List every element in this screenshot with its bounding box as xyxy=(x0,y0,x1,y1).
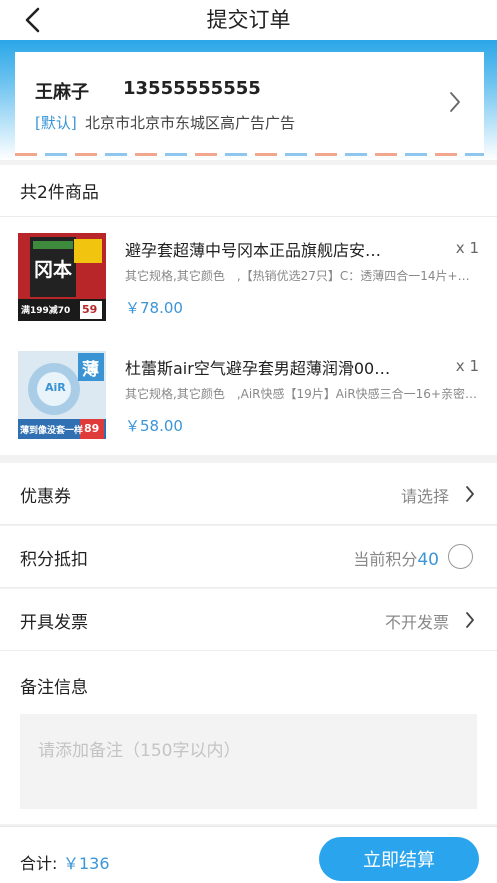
chevron-right-icon xyxy=(466,486,474,502)
envelope-stripe xyxy=(15,153,484,156)
product-quantity: x 1 xyxy=(455,357,479,375)
remark-input[interactable] xyxy=(20,714,477,809)
product-name: 杜蕾斯air空气避孕套男超薄润滑00… xyxy=(125,359,391,378)
chevron-right-icon xyxy=(450,92,460,112)
points-toggle[interactable] xyxy=(448,544,473,569)
product-price: ￥78.00 xyxy=(125,299,183,317)
goods-section: 共2件商品 冈本 满199减70 59 避孕套超薄中号冈本正品旗舰店安… x 1… xyxy=(0,165,497,455)
recipient-phone: 13555555555 xyxy=(123,78,261,99)
points-value: 当前积分40 xyxy=(353,546,439,570)
checkout-button[interactable]: 立即结算 xyxy=(319,837,479,881)
chevron-right-icon xyxy=(466,612,474,628)
invoice-value: 不开发票 xyxy=(384,613,449,632)
thumb-promo: 满199减70 xyxy=(21,306,71,316)
product-thumbnail: 冈本 满199减70 59 xyxy=(18,233,106,321)
address-card[interactable]: 王麻子 13555555555 [默认] 北京市北京市东城区高广告广告 xyxy=(15,52,484,156)
points-prefix: 当前积分 xyxy=(353,550,418,569)
address-detail: 北京市北京市东城区高广告广告 xyxy=(85,114,296,132)
product-name: 避孕套超薄中号冈本正品旗舰店安… xyxy=(125,241,382,260)
points-row: 积分抵扣 当前积分40 xyxy=(0,526,497,588)
invoice-row[interactable]: 开具发票 不开发票 xyxy=(0,589,497,651)
remark-section: 备注信息 xyxy=(0,651,497,824)
coupon-label: 优惠券 xyxy=(20,487,71,507)
goods-item[interactable]: 薄 AiR 薄到像没套一样 89 杜蕾斯air空气避孕套男超薄润滑00… x 1… xyxy=(0,335,497,453)
thumb-promo: 薄到像没套一样 xyxy=(20,426,84,436)
thumb-price: 59 xyxy=(82,303,98,316)
thumb-brand: AiR xyxy=(45,381,66,394)
invoice-label: 开具发票 xyxy=(20,613,88,633)
page-title: 提交订单 xyxy=(206,8,291,32)
default-address-tag: [默认] xyxy=(35,114,77,132)
points-number: 40 xyxy=(417,550,439,570)
points-label: 积分抵扣 xyxy=(20,550,88,570)
product-spec: 其它规格,其它颜色 ,【热销优选27只】C：透薄四合一14片+… xyxy=(125,269,470,283)
goods-count: 共2件商品 xyxy=(20,183,99,203)
product-thumbnail: 薄 AiR 薄到像没套一样 89 xyxy=(18,351,106,439)
remark-label: 备注信息 xyxy=(20,678,88,698)
goods-item[interactable]: 冈本 满199减70 59 避孕套超薄中号冈本正品旗舰店安… x 1 其它规格,… xyxy=(0,217,497,335)
coupon-row[interactable]: 优惠券 请选择 xyxy=(0,463,497,525)
product-quantity: x 1 xyxy=(455,239,479,257)
product-price: ￥58.00 xyxy=(125,417,183,435)
checkout-bar: 合计: ￥136 立即结算 xyxy=(0,826,497,883)
coupon-value: 请选择 xyxy=(400,487,449,506)
thumb-text: 薄 xyxy=(82,360,99,380)
total-value: ￥136 xyxy=(63,854,110,873)
product-spec: 其它规格,其它颜色 ,AiR快感【19片】AiR快感三合一16+亲密… xyxy=(125,387,477,401)
total-label: 合计: xyxy=(20,854,58,873)
recipient-name: 王麻子 xyxy=(35,82,89,103)
thumb-text: 冈本 xyxy=(34,259,73,281)
nav-bar: 提交订单 xyxy=(0,0,497,40)
thumb-price: 89 xyxy=(84,422,100,435)
